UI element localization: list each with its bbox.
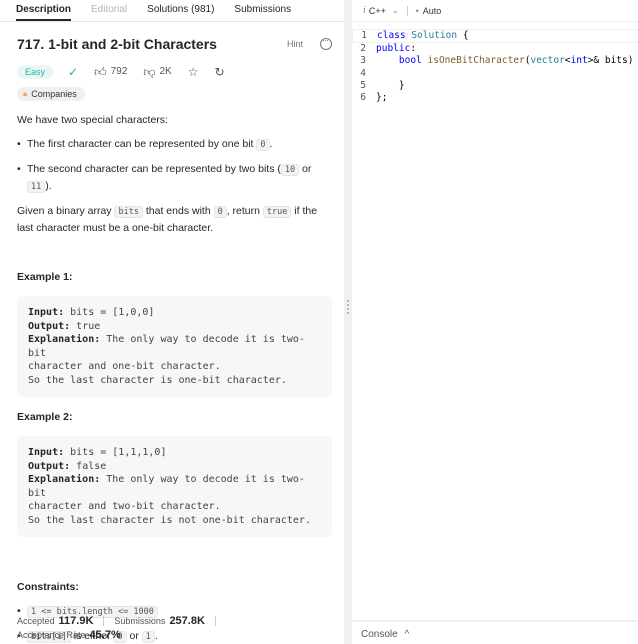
tab-description[interactable]: Description [16, 4, 72, 21]
problem-statement: Given a binary array bits that ends with… [17, 205, 318, 234]
lock-icon: 🔒︎ [23, 89, 28, 98]
panel-resize-handle[interactable] [344, 0, 352, 644]
problem-intro: We have two special characters: [17, 114, 168, 126]
line-number: 1 [361, 30, 367, 41]
thumbs-down-icon[interactable]: 👎︎ [143, 66, 155, 78]
tab-submissions[interactable]: Submissions [234, 4, 291, 21]
difficulty-badge[interactable]: Easy [17, 64, 54, 79]
title-row: 717. 1-bit and 2-bit Characters Hint [17, 35, 332, 53]
description-panel: Description Editorial Solutions (981) Su… [0, 0, 344, 644]
acceptance-stats: Accepted 117.9K Submissions 257.8K Accep… [17, 614, 226, 642]
problem-content: 717. 1-bit and 2-bit Characters Hint Eas… [0, 35, 344, 644]
companies-label: Companies [31, 89, 77, 99]
solved-check-icon: ✓ [68, 64, 79, 79]
code-token: class [377, 30, 412, 41]
console-toggle[interactable]: Console ^ [352, 622, 638, 644]
language-select[interactable]: C++ [369, 6, 386, 16]
refresh-icon[interactable]: ↻ [215, 66, 225, 78]
line-number: 2 [360, 43, 366, 55]
example-2-box: Input: bits = [1,1,1,0] Output: false Ex… [17, 436, 332, 537]
bullet-icon: • [415, 5, 419, 16]
constraints-heading: Constraints: [17, 581, 79, 593]
line-number: 6 [360, 92, 366, 104]
example-2-heading: Example 2: [17, 411, 73, 423]
code-token: } [376, 79, 405, 91]
code-token: { [457, 30, 469, 41]
acceptance-rate-value: 45.7% [89, 629, 121, 641]
acceptance-rate-label: Acceptance Rate [17, 630, 86, 640]
code-line[interactable]: 2 public: [352, 43, 638, 55]
resize-grip-icon[interactable] [347, 300, 349, 314]
code-token: isOneBitCharacter [427, 55, 525, 67]
code-token: Solution [411, 30, 458, 41]
chevron-up-icon: ^ [404, 629, 410, 640]
code-token: bool [398, 55, 428, 67]
code-editor-panel: i C++ ⌄ • Auto 1 class Solution {2 public:… [352, 0, 638, 620]
code-token: >& bits) { [587, 55, 634, 67]
problem-title: 717. 1-bit and 2-bit Characters [17, 36, 217, 52]
tab-solutions[interactable]: Solutions (981) [147, 4, 214, 21]
dislikes-count: 2K [159, 66, 172, 77]
submissions-value: 257.8K [169, 615, 205, 627]
code-token: int [570, 55, 588, 67]
code-token: public [376, 43, 411, 55]
example-1-heading: Example 1: [17, 271, 73, 283]
tab-editorial[interactable]: Editorial [91, 4, 127, 21]
editor-toolbar: i C++ ⌄ • Auto [352, 0, 638, 22]
companies-tag[interactable]: 🔒︎ Companies [17, 87, 85, 101]
example-1-box: Input: bits = [1,0,0] Output: true Expla… [17, 296, 332, 397]
hint-button[interactable]: Hint [287, 39, 303, 49]
submissions-label: Submissions [114, 616, 166, 626]
code-area[interactable]: 1 class Solution {2 public:3 bool isOneBit… [352, 29, 638, 104]
star-icon[interactable]: ☆ [188, 66, 199, 78]
code-line[interactable]: 3 bool isOneBitCharacter(vector < int >& bi… [352, 55, 638, 67]
code-line[interactable]: 1 class Solution { [352, 29, 638, 44]
rule-one-bit: The first character can be represented b… [17, 136, 332, 153]
more-options-icon[interactable] [320, 35, 332, 50]
accepted-label: Accepted [17, 616, 55, 626]
thumbs-up-icon[interactable]: 👍︎ [94, 66, 107, 78]
accepted-value: 117.9K [58, 615, 94, 627]
rule-two-bit: The second character can be represented … [17, 161, 332, 195]
chevron-down-icon[interactable]: ⌄ [392, 6, 399, 15]
console-label: Console [361, 629, 398, 640]
code-token: : [410, 43, 417, 55]
meta-row: Easy ✓ 👍︎ 792 👎︎ 2K ☆ ↻ [17, 63, 332, 80]
likes-count: 792 [110, 66, 128, 77]
line-number: 5 [360, 79, 366, 91]
code-line[interactable]: 4 [352, 68, 638, 80]
code-token: vector [530, 55, 565, 67]
auto-mode[interactable]: Auto [423, 6, 442, 16]
line-number: 3 [360, 55, 366, 67]
code-line[interactable]: 5 } [352, 80, 638, 92]
code-token: }; [376, 92, 388, 104]
character-rules: The first character can be represented b… [17, 136, 332, 195]
panel-tabs: Description Editorial Solutions (981) Su… [0, 0, 344, 22]
info-icon: i [363, 5, 366, 16]
code-line[interactable]: 6}; [352, 92, 638, 104]
line-number: 4 [360, 67, 366, 79]
